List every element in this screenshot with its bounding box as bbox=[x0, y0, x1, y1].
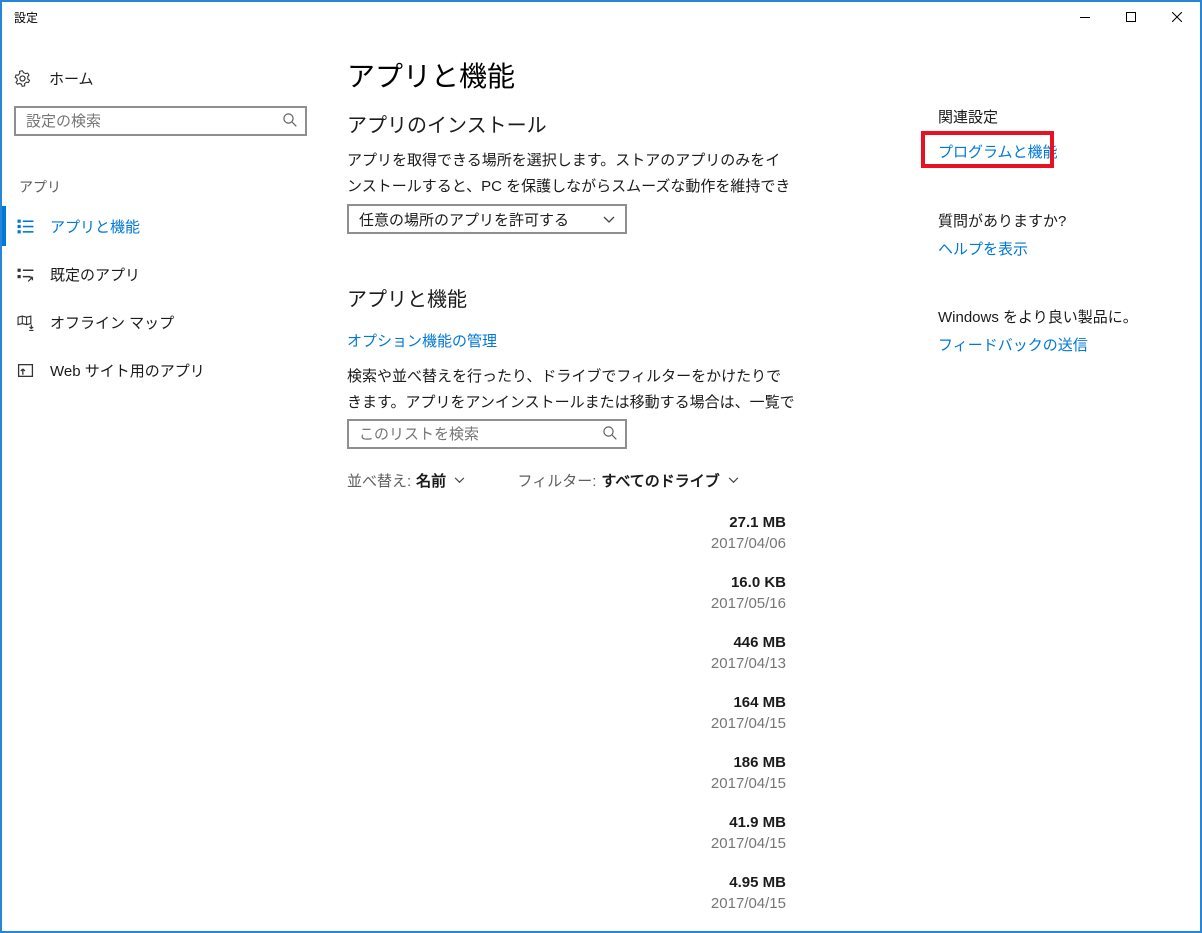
filter-label: フィルター: bbox=[518, 470, 597, 491]
sidebar-item-label: 既定のアプリ bbox=[50, 264, 140, 285]
app-size: 186 MB bbox=[733, 754, 786, 771]
gear-icon bbox=[14, 70, 31, 87]
dropdown-selected-value: 任意の場所のアプリを許可する bbox=[359, 209, 569, 230]
get-help-link[interactable]: ヘルプを表示 bbox=[938, 238, 1028, 259]
send-feedback-link[interactable]: フィードバックの送信 bbox=[938, 334, 1088, 355]
box-up-arrow-icon bbox=[16, 362, 34, 379]
app-size: 446 MB bbox=[733, 634, 786, 651]
sidebar-item-label: アプリと機能 bbox=[50, 216, 140, 237]
close-icon bbox=[1172, 12, 1182, 22]
minimize-button[interactable] bbox=[1062, 2, 1108, 32]
app-list: 27.1 MB 2017/04/06 16.0 KB 2017/05/16 44… bbox=[347, 507, 787, 927]
programs-and-features-link[interactable]: プログラムと機能 bbox=[938, 141, 1058, 162]
list-arrow-icon bbox=[16, 266, 34, 283]
app-list-item[interactable]: 16.0 KB 2017/05/16 bbox=[347, 567, 787, 627]
sort-label: 並べ替え: bbox=[347, 470, 411, 491]
apps-section-title: アプリと機能 bbox=[347, 283, 467, 312]
filter-value: すべてのドライブ bbox=[601, 470, 719, 491]
sort-value: 名前 bbox=[416, 470, 446, 491]
app-list-search-input[interactable] bbox=[347, 419, 627, 449]
sidebar: ホーム アプリ アプリと機能 bbox=[2, 34, 332, 931]
minimize-icon bbox=[1080, 12, 1090, 22]
app-list-search bbox=[347, 419, 627, 449]
sidebar-item-home[interactable]: ホーム bbox=[2, 60, 332, 96]
selection-accent-bar bbox=[2, 350, 6, 390]
optional-features-link[interactable]: オプション機能の管理 bbox=[347, 330, 497, 351]
settings-search-input[interactable] bbox=[14, 106, 307, 136]
sidebar-item-label: Web サイト用のアプリ bbox=[50, 360, 205, 381]
chevron-down-icon bbox=[454, 477, 465, 484]
maximize-icon bbox=[1126, 12, 1136, 22]
close-button[interactable] bbox=[1154, 2, 1200, 32]
settings-search bbox=[14, 106, 307, 136]
window-title: 設定 bbox=[14, 9, 38, 26]
titlebar: 設定 bbox=[2, 2, 1200, 34]
have-questions-title: 質問がありますか? bbox=[938, 210, 1066, 231]
map-download-icon bbox=[16, 314, 34, 331]
sidebar-item-offline-maps[interactable]: オフライン マップ bbox=[2, 302, 332, 342]
app-install-date: 2017/04/06 bbox=[711, 535, 786, 552]
sidebar-section-apps: アプリ bbox=[19, 177, 61, 197]
settings-window: 設定 bbox=[0, 0, 1202, 933]
maximize-button[interactable] bbox=[1108, 2, 1154, 32]
app-list-item[interactable]: 4.95 MB 2017/04/15 bbox=[347, 867, 787, 927]
related-settings-title: 関連設定 bbox=[938, 106, 998, 127]
app-list-item[interactable]: 41.9 MB 2017/04/15 bbox=[347, 807, 787, 867]
app-size: 27.1 MB bbox=[729, 514, 786, 531]
sidebar-home-label: ホーム bbox=[49, 68, 94, 89]
app-install-date: 2017/04/15 bbox=[711, 715, 786, 732]
app-list-item[interactable]: 27.1 MB 2017/04/06 bbox=[347, 507, 787, 567]
app-size: 16.0 KB bbox=[731, 574, 786, 591]
sidebar-item-label: オフライン マップ bbox=[50, 312, 174, 333]
app-size: 41.9 MB bbox=[729, 814, 786, 831]
app-list-item[interactable]: 446 MB 2017/04/13 bbox=[347, 627, 787, 687]
list-icon bbox=[16, 218, 34, 235]
chevron-down-icon bbox=[603, 216, 615, 224]
sidebar-item-apps-features[interactable]: アプリと機能 bbox=[2, 206, 332, 246]
filter-dropdown[interactable]: フィルター: すべてのドライブ bbox=[518, 470, 739, 491]
app-install-date: 2017/04/15 bbox=[711, 895, 786, 912]
chevron-down-icon bbox=[728, 477, 739, 484]
sort-dropdown[interactable]: 並べ替え: 名前 bbox=[347, 470, 465, 491]
app-install-date: 2017/04/15 bbox=[711, 775, 786, 792]
app-list-item[interactable]: 164 MB 2017/04/15 bbox=[347, 687, 787, 747]
sort-filter-row: 並べ替え: 名前 フィルター: すべてのドライブ bbox=[347, 470, 795, 490]
sidebar-item-default-apps[interactable]: 既定のアプリ bbox=[2, 254, 332, 294]
app-install-source-dropdown[interactable]: 任意の場所のアプリを許可する bbox=[347, 204, 627, 234]
app-install-date: 2017/04/13 bbox=[711, 655, 786, 672]
app-install-date: 2017/04/15 bbox=[711, 835, 786, 852]
sidebar-item-web-apps[interactable]: Web サイト用のアプリ bbox=[2, 350, 332, 390]
make-windows-better-title: Windows をより良い製品に。 bbox=[938, 306, 1138, 327]
app-list-item[interactable]: 186 MB 2017/04/15 bbox=[347, 747, 787, 807]
selection-accent-bar bbox=[2, 206, 6, 246]
app-size: 164 MB bbox=[733, 694, 786, 711]
selection-accent-bar bbox=[2, 254, 6, 294]
caption-buttons bbox=[1062, 2, 1200, 32]
install-section-title: アプリのインストール bbox=[347, 109, 547, 138]
selection-accent-bar bbox=[2, 302, 6, 342]
page-title: アプリと機能 bbox=[347, 55, 515, 95]
app-size: 4.95 MB bbox=[729, 874, 786, 891]
app-install-date: 2017/05/16 bbox=[711, 595, 786, 612]
